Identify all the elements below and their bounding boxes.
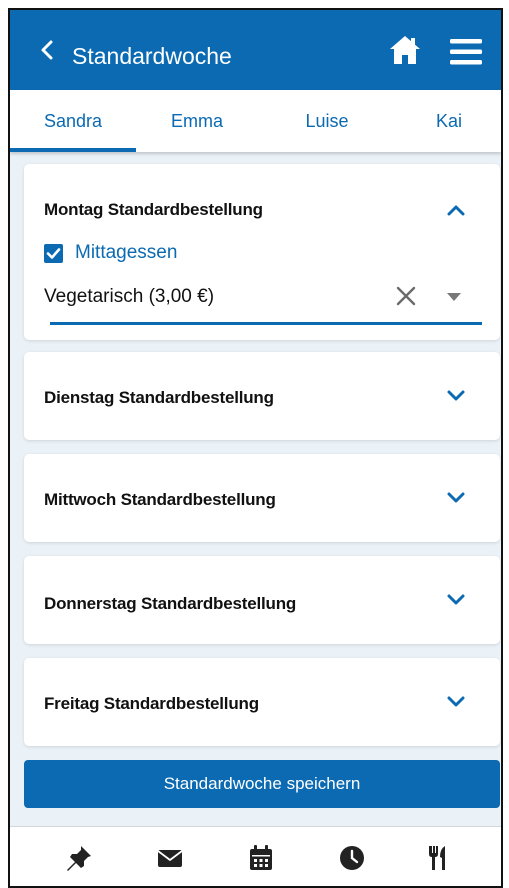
tab-sandra[interactable]: Sandra — [10, 90, 136, 152]
save-standard-week-button[interactable]: Standardwoche speichern — [24, 760, 500, 808]
select-underline — [50, 322, 482, 325]
day-card-donnerstag[interactable]: Donnerstag Standardbestellung — [24, 556, 500, 644]
day-card-mittwoch[interactable]: Mittwoch Standardbestellung — [24, 454, 500, 542]
chevron-down-icon[interactable] — [444, 384, 468, 408]
caret-down-icon[interactable] — [446, 292, 462, 302]
day-card-dienstag[interactable]: Dienstag Standardbestellung — [24, 352, 500, 440]
day-title[interactable]: Mittwoch Standardbestellung — [44, 490, 276, 510]
hamburger-menu-icon[interactable] — [450, 38, 482, 66]
chevron-down-icon[interactable] — [444, 690, 468, 714]
day-title[interactable]: Donnerstag Standardbestellung — [44, 594, 296, 614]
checkbox-label: Mittagessen — [75, 242, 178, 263]
meal-select[interactable]: Vegetarisch (3,00 €) — [44, 282, 482, 326]
page-title: Standardwoche — [72, 43, 232, 69]
child-tabs: Sandra Emma Luise Kai — [10, 90, 501, 152]
chevron-down-icon[interactable] — [444, 588, 468, 612]
tab-kai[interactable]: Kai — [386, 90, 501, 152]
calendar-icon[interactable] — [246, 843, 276, 873]
tab-luise[interactable]: Luise — [264, 90, 390, 152]
pin-icon[interactable] — [64, 843, 94, 873]
day-title[interactable]: Freitag Standardbestellung — [44, 694, 259, 714]
meal-select-value: Vegetarisch (3,00 €) — [44, 286, 215, 307]
bottom-navigation — [10, 826, 501, 886]
mittagessen-checkbox-row[interactable]: Mittagessen — [44, 240, 177, 266]
chevron-down-icon[interactable] — [444, 486, 468, 510]
home-icon[interactable] — [388, 34, 422, 66]
checkmark-icon — [46, 247, 61, 259]
clock-icon[interactable] — [337, 843, 367, 873]
top-app-bar: Standardwoche — [10, 10, 501, 90]
day-card-freitag[interactable]: Freitag Standardbestellung — [24, 658, 500, 746]
envelope-icon[interactable] — [155, 843, 185, 873]
chevron-left-icon[interactable] — [36, 38, 60, 62]
app-frame: Standardwoche Sandra Emma Luise Kai Mont… — [8, 8, 503, 888]
cutlery-icon[interactable] — [424, 843, 454, 873]
close-icon[interactable] — [394, 284, 418, 308]
day-title[interactable]: Dienstag Standardbestellung — [44, 388, 274, 408]
day-card-montag: Montag Standardbestellung Mittagessen Ve… — [24, 164, 500, 340]
tab-emma[interactable]: Emma — [134, 90, 260, 152]
chevron-up-icon[interactable] — [444, 198, 468, 222]
checkbox[interactable] — [44, 243, 63, 263]
day-title[interactable]: Montag Standardbestellung — [44, 200, 263, 220]
